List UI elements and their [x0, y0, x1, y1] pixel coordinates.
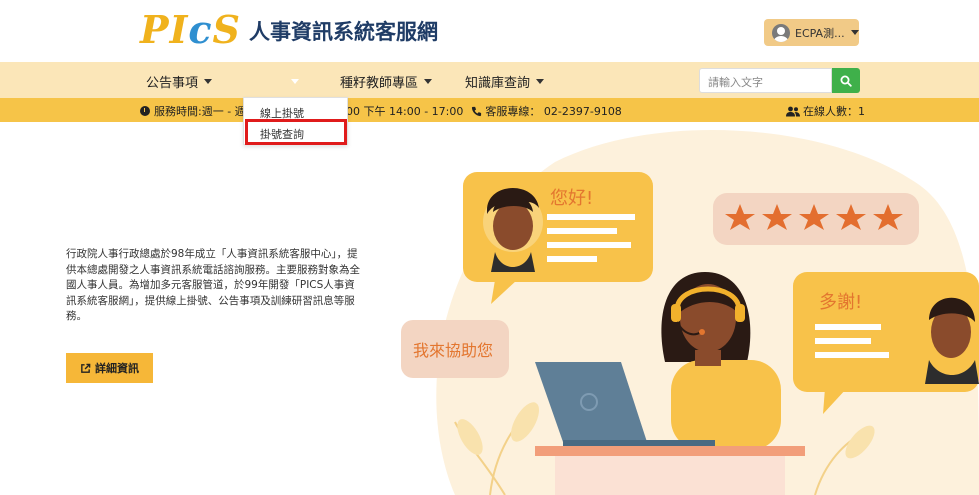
- users-icon: [786, 106, 800, 116]
- nav-knowledge-base-label: 知識庫查詢: [465, 76, 531, 91]
- nav-registration-label: 掛號室: [246, 76, 286, 91]
- site-title: 人事資訊系統客服網: [248, 20, 438, 44]
- online-count: 在線人數：1: [786, 103, 865, 119]
- chevron-down-icon: [204, 79, 213, 84]
- detail-button[interactable]: 詳細資訊: [66, 353, 153, 383]
- search-icon: [840, 75, 852, 87]
- rating-bubble: [713, 193, 919, 245]
- nav-announcements[interactable]: 公告事項: [146, 72, 213, 91]
- help-text: 我來協助您: [413, 341, 493, 360]
- chevron-down-icon: [536, 79, 545, 84]
- nav-announcements-label: 公告事項: [146, 76, 199, 91]
- intro-text: 行政院人事行政總處於98年成立「人事資訊系統客服中心」，提供本總處開發之人事資訊…: [66, 248, 360, 322]
- hello-text: 您好!: [550, 188, 593, 209]
- info-bar: 服務時間:週一 - 週五 上午 09:00 - 12:00 下午 14:00 -…: [0, 98, 979, 122]
- logo-pics-mark: PIcS: [140, 7, 241, 52]
- phone-icon: [472, 106, 482, 116]
- external-link-icon: [81, 363, 91, 373]
- site-logo[interactable]: PIcS 人事資訊系統客服網: [140, 10, 438, 50]
- detail-button-label: 詳細資訊: [95, 362, 139, 375]
- user-avatar-icon: [772, 23, 790, 42]
- hotline: 客服專線： 02-2397-9108: [485, 105, 622, 118]
- thanks-text: 多謝!: [819, 292, 862, 313]
- search-button[interactable]: [832, 68, 860, 93]
- chevron-down-icon: [850, 30, 859, 35]
- user-name: ECPA測...: [795, 26, 845, 40]
- clock-icon: [140, 106, 150, 116]
- search-input[interactable]: 請輸入文字: [699, 68, 832, 93]
- desk-front: [555, 456, 785, 495]
- chevron-down-icon: [291, 79, 300, 84]
- nav-seed-teachers-label: 種籽教師專區: [340, 76, 419, 91]
- online-count-text: 在線人數：1: [803, 105, 865, 118]
- nav-knowledge-base[interactable]: 知識庫查詢: [465, 72, 545, 91]
- nav-registration[interactable]: 掛號室: [246, 72, 300, 91]
- nav-seed-teachers[interactable]: 種籽教師專區: [340, 72, 433, 91]
- customer-service-illustration: 您好! 我來協助您 多謝!: [401, 130, 979, 495]
- chevron-down-icon: [424, 79, 433, 84]
- highlight-box: [245, 119, 347, 145]
- desk: [535, 446, 805, 456]
- user-menu-button[interactable]: ECPA測...: [764, 19, 859, 46]
- service-info: 服務時間:週一 - 週五 上午 09:00 - 12:00 下午 14:00 -…: [140, 103, 622, 119]
- site-header: PIcS 人事資訊系統客服網 ECPA測...: [0, 0, 979, 62]
